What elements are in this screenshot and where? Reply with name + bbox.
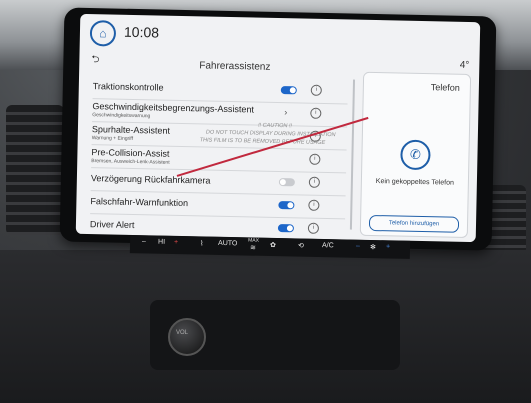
volume-knob-label: VOL [176,330,189,336]
volume-knob[interactable] [168,318,206,356]
fan-mode-icon[interactable]: ✿ [270,241,276,249]
fan-down-button[interactable]: – [356,243,360,250]
car-interior-photo: VOL ⌂ 10:08 ⮌ 4° Fahrerassistenz Traktio… [0,0,531,403]
temp-down-left-button[interactable]: – [142,238,146,245]
annotation-line [176,116,369,177]
temp-hi-display: HI [158,238,166,246]
ac-button[interactable]: A/C [322,242,334,249]
defrost-icon[interactable]: ≋ [250,244,256,252]
temp-up-left-button[interactable]: + [174,239,178,246]
auto-button[interactable]: AUTO [218,240,237,247]
fan-icon: ✻ [369,244,376,252]
infotainment-screen: ⌂ 10:08 ⮌ 4° Fahrerassistenz Traktionsko… [75,13,481,243]
airflow-icon[interactable]: ⌇ [200,240,204,248]
recirculation-icon[interactable]: ⟲ [298,242,304,250]
fan-up-button[interactable]: + [386,243,390,250]
left-air-vent [6,105,64,235]
